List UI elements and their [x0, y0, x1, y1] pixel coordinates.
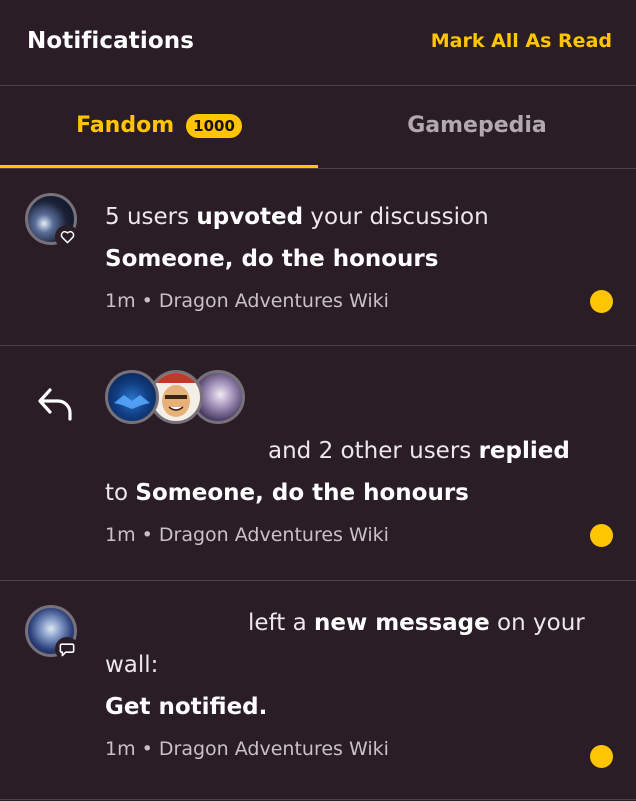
notification-text: left a new message on your	[248, 610, 585, 636]
wiki-link[interactable]: Dragon Adventures Wiki	[159, 738, 389, 760]
notification-content: left a new message on your wall: Get not…	[105, 602, 616, 760]
wiki-link[interactable]: Dragon Adventures Wiki	[159, 290, 389, 312]
wiki-link[interactable]: Dragon Adventures Wiki	[159, 524, 389, 546]
avatar-container	[25, 193, 83, 251]
notification-meta: 1m • Dragon Adventures Wiki	[105, 290, 389, 312]
tab-gamepedia[interactable]: Gamepedia	[318, 86, 636, 168]
heart-icon	[55, 225, 79, 249]
notification-meta: 1m • Dragon Adventures Wiki	[105, 738, 389, 760]
notifications-panel: Notifications Mark All As Read Fandom 10…	[0, 0, 636, 801]
notification-subject: Get notified.	[105, 694, 268, 720]
notification-meta: 1m • Dragon Adventures Wiki	[105, 524, 389, 546]
notification-text: and 2 other users replied	[268, 438, 570, 464]
avatar-stack	[105, 370, 255, 428]
reply-arrow-icon	[36, 386, 76, 428]
notification-text: 5 users upvoted your discussion	[105, 204, 489, 230]
notification-subject: to Someone, do the honours	[105, 480, 469, 506]
unread-dot	[590, 524, 613, 547]
notification-item[interactable]: 5 users upvoted your discussion Someone,…	[0, 169, 636, 346]
notification-subject: Someone, do the honours	[105, 246, 439, 272]
tab-fandom-label: Fandom	[76, 113, 175, 138]
panel-title: Notifications	[27, 27, 195, 54]
speech-bubble-icon	[55, 637, 79, 661]
notification-content: and 2 other users replied to Someone, do…	[105, 430, 616, 546]
mark-all-read-button[interactable]: Mark All As Read	[431, 30, 612, 52]
tab-fandom[interactable]: Fandom 1000	[0, 86, 318, 168]
panel-header: Notifications Mark All As Read	[0, 0, 636, 86]
tab-gamepedia-label: Gamepedia	[407, 113, 547, 138]
avatar	[105, 370, 159, 424]
unread-count-badge: 1000	[186, 113, 242, 138]
notification-content: 5 users upvoted your discussion Someone,…	[105, 196, 616, 312]
tab-bar: Fandom 1000 Gamepedia	[0, 86, 636, 169]
notification-item[interactable]: left a new message on your wall: Get not…	[0, 581, 636, 800]
unread-dot	[590, 290, 613, 313]
notification-item[interactable]: and 2 other users replied to Someone, do…	[0, 346, 636, 581]
avatar-container	[25, 605, 83, 663]
unread-dot	[590, 745, 613, 768]
notification-text-cont: wall:	[105, 652, 159, 678]
